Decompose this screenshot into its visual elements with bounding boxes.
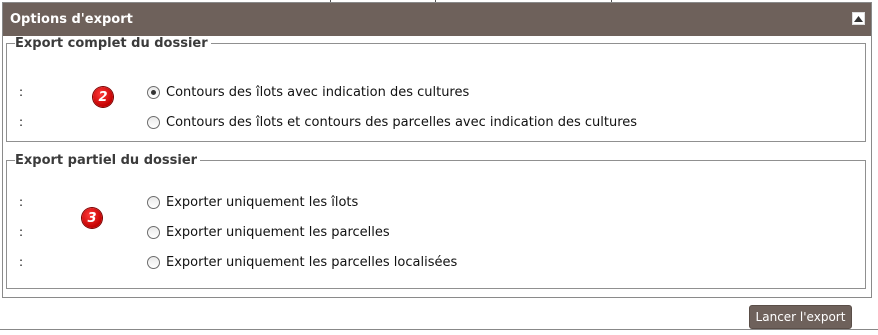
legend-export-partial: Export partiel du dossier xyxy=(15,153,198,168)
option-label: Exporter uniquement les parcelles locali… xyxy=(166,255,458,270)
radio-selected-dot xyxy=(151,90,156,95)
option-export-parcelles[interactable]: Exporter uniquement les parcelles xyxy=(147,225,390,240)
option-label: Contours des îlots et contours des parce… xyxy=(166,115,638,130)
option-row: : Exporter uniquement les parcelles loca… xyxy=(7,255,865,275)
launch-export-button[interactable]: Lancer l'export xyxy=(749,305,852,329)
export-options-panel: Options d'export Export complet du dossi… xyxy=(2,2,872,298)
chevron-up-icon xyxy=(854,15,863,22)
radio-button[interactable] xyxy=(147,116,160,129)
option-label: Contours des îlots avec indication des c… xyxy=(166,85,470,100)
panel-title: Options d'export xyxy=(10,12,133,27)
row-colon: : xyxy=(19,255,24,269)
fieldset-export-partial: Export partiel du dossier 3 : Exporter u… xyxy=(6,153,866,289)
row-colon: : xyxy=(19,85,24,99)
collapse-button[interactable] xyxy=(852,12,865,25)
panel-header: Options d'export xyxy=(3,3,871,36)
option-contours-ilots-cultures[interactable]: Contours des îlots avec indication des c… xyxy=(147,85,469,100)
legend-export-complete: Export complet du dossier xyxy=(15,36,208,51)
option-row: : Exporter uniquement les îlots xyxy=(7,195,865,215)
row-colon: : xyxy=(19,195,24,209)
radio-button[interactable] xyxy=(147,256,160,269)
row-colon: : xyxy=(19,115,24,129)
option-row: : Contours des îlots avec indication des… xyxy=(7,85,865,105)
radio-button[interactable] xyxy=(147,86,160,99)
fieldset-export-complete: Export complet du dossier 2 : Contours d… xyxy=(6,36,866,142)
radio-button[interactable] xyxy=(147,196,160,209)
option-export-parcelles-localisees[interactable]: Exporter uniquement les parcelles locali… xyxy=(147,255,457,270)
option-label: Exporter uniquement les îlots xyxy=(166,195,359,210)
footer-divider xyxy=(0,329,878,330)
option-export-ilots[interactable]: Exporter uniquement les îlots xyxy=(147,195,358,210)
option-contours-ilots-parcelles-cultures[interactable]: Contours des îlots et contours des parce… xyxy=(147,115,637,130)
option-row: : Exporter uniquement les parcelles xyxy=(7,225,865,245)
option-row: : Contours des îlots et contours des par… xyxy=(7,115,865,135)
radio-button[interactable] xyxy=(147,226,160,239)
option-label: Exporter uniquement les parcelles xyxy=(166,225,390,240)
row-colon: : xyxy=(19,225,24,239)
